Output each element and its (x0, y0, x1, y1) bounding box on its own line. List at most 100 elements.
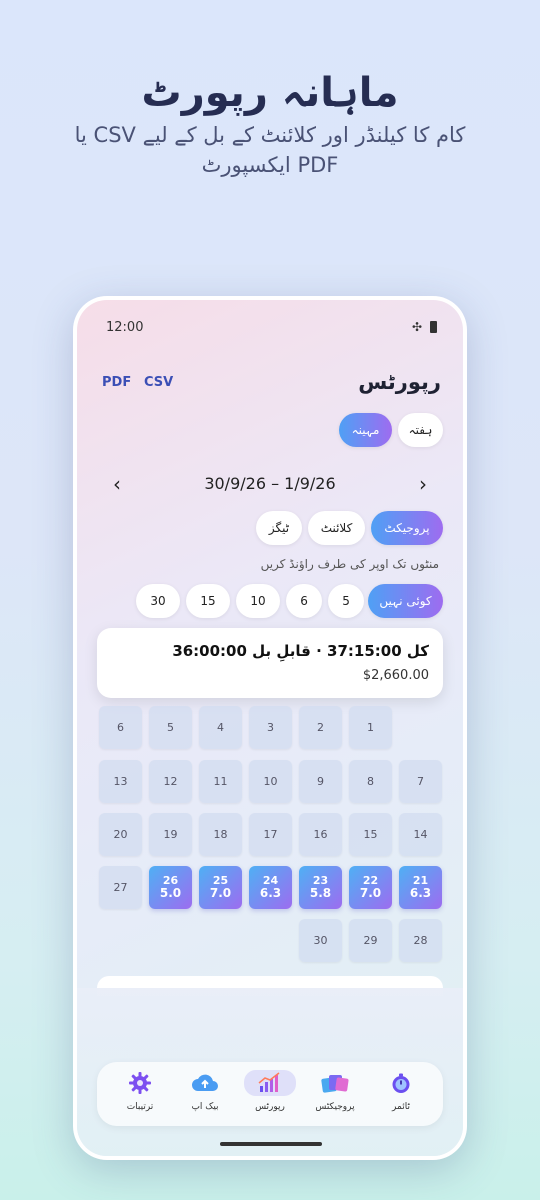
nav-backup[interactable]: بیک اپ (173, 1070, 237, 1112)
calendar-day-number: 28 (413, 933, 428, 947)
calendar-day[interactable]: 10 (249, 760, 292, 803)
calendar-day[interactable]: 5 (149, 706, 192, 749)
calendar-day[interactable]: 8 (349, 760, 392, 803)
calendar-day[interactable]: 20 (99, 813, 142, 856)
totals-card: کل 37:15:00 · قابلِ بل 36:00:00 $2,660.0… (97, 628, 443, 698)
folders-icon (303, 1070, 367, 1096)
calendar-day[interactable]: 9 (299, 760, 342, 803)
round-15-chip[interactable]: 15 (186, 584, 230, 618)
calendar-day[interactable]: 11 (199, 760, 242, 803)
battery-icon (430, 321, 437, 333)
calendar-day[interactable]: 12 (149, 760, 192, 803)
calendar-day[interactable]: 24 6.3 (249, 866, 292, 909)
calendar-day-number: 20 (113, 827, 128, 841)
bottom-navigation: ٹائمر پروجیکٹس رپورٹس بیک اپ ترتیبات (97, 1062, 443, 1126)
calendar-day-number: 17 (263, 827, 278, 841)
stopwatch-icon (369, 1070, 433, 1096)
calendar-day-hours: 6.3 (259, 886, 282, 900)
round-30-chip[interactable]: 30 (136, 584, 180, 618)
calendar-day-hours: 7.0 (359, 886, 382, 900)
status-icons: ✣ (412, 320, 437, 334)
totals-hours: کل 37:15:00 · قابلِ بل 36:00:00 (172, 642, 429, 660)
nav-timer-label: ٹائمر (392, 1102, 410, 1112)
calendar-day-number: 12 (163, 774, 178, 788)
date-navigator: ‹ 30/9/26 – 1/9/26 › (105, 472, 435, 496)
phone-frame: 12:00 ✣ PDF CSV رپورٹس مہینہ ہفتہ ‹ 30/9… (73, 296, 467, 1160)
calendar-day-number: 5 (167, 720, 174, 734)
calendar-day[interactable]: 27 (99, 866, 142, 909)
totals-amount: $2,660.00 (362, 668, 429, 683)
calendar-day[interactable]: 25 7.0 (199, 866, 242, 909)
gear-icon (108, 1070, 172, 1096)
calendar-day[interactable]: 13 (99, 760, 142, 803)
calendar-day-hours: 7.0 (209, 886, 232, 900)
calendar-day[interactable]: 17 (249, 813, 292, 856)
calendar-day-number: 18 (213, 827, 228, 841)
calendar-day[interactable]: 1 (349, 706, 392, 749)
round-5-chip[interactable]: 5 (328, 584, 364, 618)
chart-icon (244, 1070, 296, 1096)
group-client-chip[interactable]: کلائنٹ (308, 511, 365, 545)
calendar-day-number: 9 (317, 774, 324, 788)
nav-settings[interactable]: ترتیبات (108, 1070, 172, 1112)
calendar-day[interactable]: 30 (299, 919, 342, 962)
calendar-day-number: 14 (413, 827, 428, 841)
signal-icon: ✣ (411, 320, 422, 334)
calendar-day[interactable]: 23 5.8 (299, 866, 342, 909)
calendar-day-number: 11 (213, 774, 228, 788)
round-none-chip[interactable]: کوئی نہیں (368, 584, 443, 618)
calendar-day[interactable]: 2 (299, 706, 342, 749)
calendar-day-number: 6 (117, 720, 124, 734)
nav-reports-label: رپورٹس (255, 1102, 285, 1112)
calendar-day[interactable]: 26 5.0 (149, 866, 192, 909)
calendar-day-hours: 5.8 (309, 886, 332, 900)
calendar-day[interactable]: 21 6.3 (399, 866, 442, 909)
calendar-day[interactable]: 29 (349, 919, 392, 962)
calendar-day[interactable]: 16 (299, 813, 342, 856)
export-csv-button[interactable]: CSV (144, 375, 173, 390)
nav-reports[interactable]: رپورٹس (238, 1070, 302, 1112)
calendar-day-number: 7 (417, 774, 424, 788)
export-pdf-button[interactable]: PDF (102, 375, 131, 390)
next-month-chevron-icon[interactable]: › (419, 472, 427, 496)
period-week-chip[interactable]: ہفتہ (398, 413, 443, 447)
calendar-day-number: 2 (317, 720, 324, 734)
calendar-day[interactable]: 15 (349, 813, 392, 856)
promo-title: ماہانہ رپورٹ (141, 70, 399, 116)
calendar-day[interactable]: 18 (199, 813, 242, 856)
calendar-day-number: 15 (363, 827, 378, 841)
group-tags-chip[interactable]: ٹیگز (256, 511, 302, 545)
calendar-day-number: 13 (113, 774, 128, 788)
calendar-day-number: 30 (313, 933, 328, 947)
nav-timer[interactable]: ٹائمر (369, 1070, 433, 1112)
calendar-day-number: 19 (163, 827, 178, 841)
calendar-day-number: 1 (367, 720, 374, 734)
rounding-hint: منٹوں تک اوپر کی طرف راؤنڈ کریں (260, 557, 439, 571)
status-time: 12:00 (106, 320, 144, 335)
calendar-day[interactable]: 28 (399, 919, 442, 962)
calendar-day-number: 16 (313, 827, 328, 841)
round-10-chip[interactable]: 10 (236, 584, 280, 618)
nav-projects[interactable]: پروجیکٹس (303, 1070, 367, 1112)
calendar-day-number: 10 (263, 774, 278, 788)
calendar-day[interactable]: 3 (249, 706, 292, 749)
calendar-day[interactable]: 14 (399, 813, 442, 856)
period-month-chip[interactable]: مہینہ (339, 413, 392, 447)
calendar-day[interactable]: 22 7.0 (349, 866, 392, 909)
page-title: رپورٹس (358, 370, 441, 394)
round-6-chip[interactable]: 6 (286, 584, 322, 618)
calendar-day-number: 4 (217, 720, 224, 734)
nav-settings-label: ترتیبات (126, 1102, 154, 1112)
calendar-day[interactable]: 19 (149, 813, 192, 856)
date-range: 30/9/26 – 1/9/26 (204, 474, 336, 493)
calendar-day[interactable]: 6 (99, 706, 142, 749)
cloud-upload-icon (173, 1070, 237, 1096)
calendar-day-number: 29 (363, 933, 378, 947)
calendar-day-hours: 5.0 (159, 886, 182, 900)
home-indicator (220, 1142, 322, 1146)
calendar-day[interactable]: 7 (399, 760, 442, 803)
calendar-day[interactable]: 4 (199, 706, 242, 749)
calendar-day-number: 27 (113, 880, 128, 894)
nav-backup-label: بیک اپ (191, 1102, 219, 1112)
group-project-chip[interactable]: پروجیکٹ (371, 511, 443, 545)
